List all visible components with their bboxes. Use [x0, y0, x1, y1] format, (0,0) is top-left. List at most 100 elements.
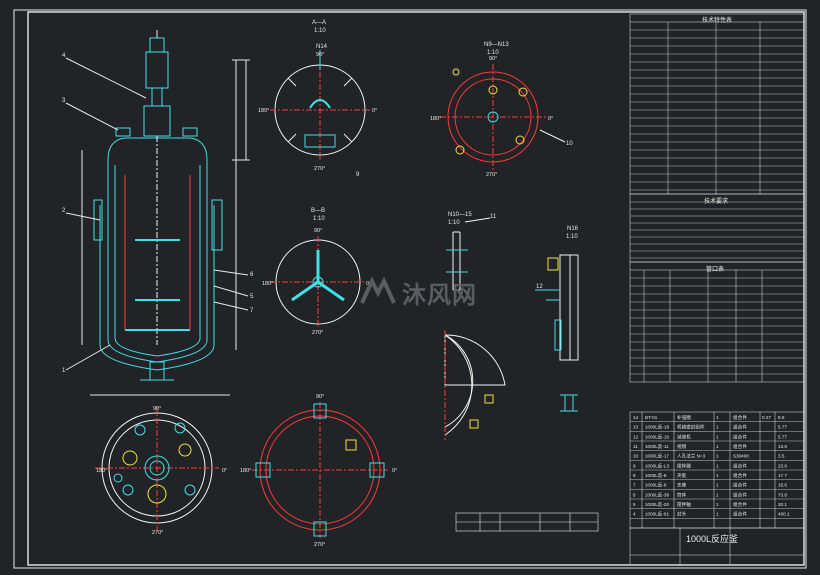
parts-list-cell: 5.77: [778, 434, 787, 439]
parts-list-cell: 组合件: [733, 501, 747, 508]
parts-list-cell: 11: [633, 444, 638, 449]
parts-list-cell: 1000L反-38: [645, 491, 669, 498]
parts-list-text: 14 BT-01 补强圈 1 组合件 0.27 8.913 1000L反-18 机械密封组件 1 组…: [633, 414, 790, 518]
section-n9-view: [440, 64, 566, 170]
parts-list-cell: 3.5: [778, 454, 785, 459]
parts-list-cell: 组合件: [733, 433, 747, 440]
parts-list-cell: 1: [716, 415, 719, 420]
detail-1-view: [535, 254, 579, 361]
parts-list-cell: 1: [716, 463, 719, 468]
parts-list-cell: 1000L反-8: [645, 482, 667, 489]
leader-number: 12: [536, 284, 543, 290]
leader-number: 4: [62, 53, 66, 59]
parts-list-cell: 机械密封组件: [677, 424, 705, 431]
angle-label: 90°: [314, 228, 322, 234]
leader-number: 7: [250, 308, 254, 314]
parts-list-cell: 组合件: [733, 424, 747, 431]
parts-list-cell: 搅拌器: [677, 462, 691, 469]
leader-number: 5: [250, 294, 254, 300]
leader-number: 9: [356, 172, 360, 178]
parts-list-cell: 23.6: [778, 463, 787, 468]
section-aa-label: A—A: [312, 20, 327, 26]
angle-label: 180°: [262, 281, 273, 287]
parts-list-cell: 5: [633, 502, 636, 507]
parts-list-cell: 1: [716, 473, 719, 478]
parts-list-cell: 5.77: [778, 425, 787, 430]
parts-list-cell: 组合件: [733, 491, 747, 498]
parts-list-cell: 73.8: [778, 492, 787, 497]
parts-list-cell: 组合件: [733, 482, 747, 489]
parts-list-cell: 1000L反-L3: [645, 462, 669, 469]
parts-list-cell: 8: [633, 473, 636, 478]
section-n9-scale: 1:10: [487, 50, 499, 56]
parts-list-cell: 10: [633, 454, 639, 459]
watermark: 沐风网: [360, 272, 520, 312]
parts-list-cell: 组合件: [733, 414, 747, 421]
parts-list-cell: 1: [716, 454, 719, 459]
watermark-logo-icon: [360, 277, 396, 304]
watermark-text: 沐风网: [402, 280, 477, 309]
angle-label: 270°: [314, 166, 325, 172]
parts-list-cell: 7: [633, 483, 636, 488]
parts-list-cell: 13.6: [778, 444, 787, 449]
title-block-name: 1000L反应釜: [686, 534, 739, 544]
parts-list-cell: 1: [716, 434, 719, 439]
angle-label: 270°: [486, 172, 497, 178]
leader-number: 1: [62, 368, 66, 374]
parts-list-cell: 0.27: [762, 415, 771, 420]
parts-list-cell: 1000L反-8: [645, 472, 667, 479]
angle-label: 0°: [548, 116, 553, 122]
parts-list-cell: 12: [633, 434, 639, 439]
detail-1-label: N16: [567, 226, 579, 232]
angle-label: 90°: [489, 56, 497, 62]
angle-label: 180°: [96, 468, 107, 474]
small-detail-view: [560, 394, 578, 412]
section-a-a-view: [270, 50, 370, 160]
parts-list-cell: 8.9: [778, 415, 785, 420]
parts-list-cell: 6: [633, 492, 636, 497]
section-bb-scale: 1:10: [313, 216, 325, 222]
parts-list-cell: 9: [633, 463, 636, 468]
section-b-b-view: [270, 236, 366, 328]
section-aa-scale: 1:10: [314, 28, 326, 34]
detail-11-label: N10—15: [448, 212, 472, 218]
detail-1-scale: 1:10: [566, 234, 578, 240]
notes-title: 技术要求: [704, 199, 729, 205]
angle-label: 270°: [314, 542, 325, 548]
parts-list-cell: 1000L反-01: [645, 511, 669, 518]
nozzle-table-title: 管口表: [706, 267, 725, 273]
reactor-vessel-elevation: [65, 30, 250, 396]
parts-list-cell: 17.7: [778, 473, 787, 478]
parts-list-cell: 支座: [677, 482, 687, 489]
angle-label: 90°: [316, 394, 324, 400]
parts-list-cell: 夹套: [677, 472, 687, 479]
parts-list-cell: 人孔法兰 N=3: [677, 453, 706, 460]
parts-list-cell: S30408: [733, 454, 749, 459]
support-ring-plan-view: [252, 402, 388, 538]
half-section-view: [444, 330, 506, 440]
angle-label: 180°: [258, 108, 269, 114]
leader-number: 10: [566, 141, 573, 147]
parts-list-cell: 组合件: [733, 472, 747, 479]
parts-list-cell: 13: [633, 425, 639, 430]
angle-label: 180°: [430, 116, 441, 122]
parts-list-cell: 1: [716, 483, 719, 488]
small-table: [455, 512, 599, 532]
angle-label: 270°: [312, 330, 323, 336]
parts-list-cell: 视镜: [677, 443, 687, 450]
angle-label: 90°: [316, 52, 324, 58]
parts-list-cell: 20.1: [778, 502, 787, 507]
parts-list-cell: 组合件: [733, 462, 747, 469]
angle-label: 0°: [222, 468, 227, 474]
parts-list-cell: 1: [716, 425, 719, 430]
parts-list-cell: 1: [716, 512, 719, 517]
parts-list-cell: 组合件: [733, 511, 747, 518]
parts-list-cell: 补强圈: [677, 414, 691, 421]
section-bb-label: B—B: [311, 208, 326, 214]
parts-list-cell: 组合件: [733, 443, 747, 450]
top-head-plan-view: [95, 406, 219, 530]
leader-number: 6: [250, 272, 254, 278]
parts-list-cell: 1: [716, 492, 719, 497]
angle-label: 0°: [392, 468, 397, 474]
parts-list-cell: 1000L反-16: [645, 433, 669, 440]
